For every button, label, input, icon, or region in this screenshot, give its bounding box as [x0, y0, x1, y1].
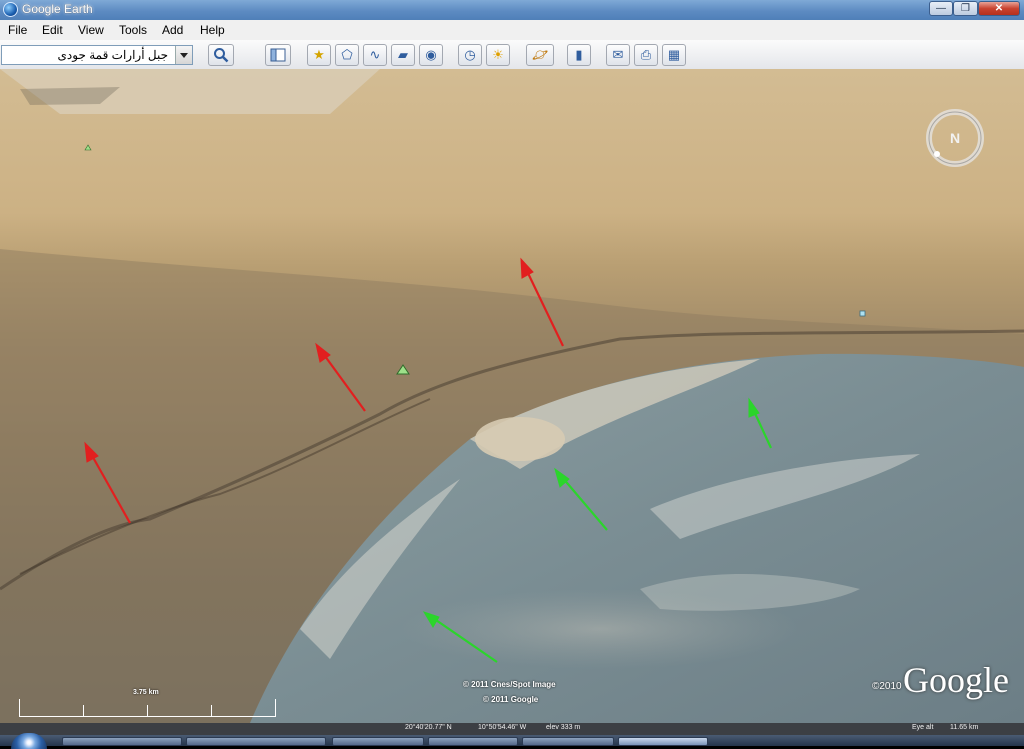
- search-button[interactable]: [208, 44, 234, 66]
- taskbar-item-active[interactable]: [618, 737, 708, 746]
- window-title: Google Earth: [22, 2, 93, 16]
- latitude-readout: 20°40'20.77" N: [405, 724, 452, 731]
- print-button[interactable]: ⎙: [634, 44, 658, 66]
- email-button[interactable]: ✉: [606, 44, 630, 66]
- taskbar-item[interactable]: [428, 737, 518, 746]
- taskbar-item[interactable]: [332, 737, 424, 746]
- minimize-button[interactable]: —: [929, 1, 953, 16]
- historical-imagery-icon: ◷: [464, 47, 476, 62]
- search-icon: [214, 48, 229, 63]
- switch-planet-button[interactable]: 🪐︎: [526, 44, 554, 66]
- scale-label: 3.75 km: [133, 689, 159, 696]
- menu-add[interactable]: Add: [162, 23, 183, 37]
- placemark-icon: ★: [313, 47, 325, 62]
- menu-file[interactable]: File: [8, 23, 27, 37]
- menu-edit[interactable]: Edit: [42, 23, 63, 37]
- view-in-google-maps-button[interactable]: ▦: [662, 44, 686, 66]
- satellite-terrain: [0, 69, 1024, 723]
- email-icon: ✉: [612, 47, 624, 62]
- sidebar-toggle-icon: [270, 48, 286, 62]
- sunlight-icon: ☀: [492, 47, 504, 62]
- maximize-button[interactable]: ❐: [953, 1, 978, 16]
- close-button[interactable]: ✕: [978, 1, 1020, 16]
- eye-alt-readout: 11.65 km: [950, 724, 979, 731]
- navigation-compass[interactable]: N: [923, 106, 987, 170]
- toolbar: جبل أرارات قمة جودى ★ ⬠ ∿ ▰ ◉ ◷ ☀ 🪐︎ ▮ ✉…: [0, 40, 1024, 70]
- close-icon: ✕: [994, 3, 1004, 14]
- polygon-icon: ⬠: [341, 47, 353, 62]
- windows-taskbar: [0, 735, 1024, 746]
- sunlight-button[interactable]: ☀: [486, 44, 510, 66]
- search-input-value: جبل أرارات قمة جودى: [57, 48, 168, 62]
- add-placemark-button[interactable]: ★: [307, 44, 331, 66]
- google-earth-app-icon: [3, 2, 18, 17]
- print-icon: ⎙: [640, 47, 652, 62]
- taskbar-item[interactable]: [62, 737, 182, 746]
- add-image-overlay-button[interactable]: ▰: [391, 44, 415, 66]
- record-tour-icon: ◉: [425, 47, 437, 62]
- imagery-copyright: © 2011 Cnes/Spot Image: [463, 680, 556, 689]
- elevation-readout: elev 333 m: [546, 724, 581, 731]
- image-overlay-icon: ▰: [398, 47, 408, 62]
- search-input[interactable]: جبل أرارات قمة جودى: [1, 45, 193, 65]
- google-logo: Google: [903, 660, 1009, 700]
- longitude-readout: 10°50'54.46" W: [478, 724, 527, 731]
- taskbar-item[interactable]: [186, 737, 326, 746]
- menu-bar: File Edit View Tools Add Help: [0, 20, 1024, 40]
- record-tour-button[interactable]: ◉: [419, 44, 443, 66]
- ruler-button[interactable]: ▮: [567, 44, 591, 66]
- ruler-icon: ▮: [575, 47, 583, 62]
- add-polygon-button[interactable]: ⬠: [335, 44, 359, 66]
- restore-icon: ❐: [961, 3, 970, 14]
- view-in-maps-icon: ▦: [667, 47, 681, 62]
- sidebar-toggle-button[interactable]: [265, 44, 291, 66]
- status-bar: 20°40'20.77" N 10°50'54.46" W elev 333 m…: [0, 723, 1024, 735]
- menu-tools[interactable]: Tools: [119, 23, 147, 37]
- title-bar: Google Earth — ❐ ✕: [0, 0, 1024, 20]
- planets-icon: 🪐︎: [531, 47, 549, 62]
- taskbar-item[interactable]: [522, 737, 614, 746]
- google-copyright: © 2011 Google: [483, 695, 539, 704]
- historical-imagery-button[interactable]: ◷: [458, 44, 482, 66]
- menu-help[interactable]: Help: [200, 23, 225, 37]
- eye-alt-label: Eye alt: [912, 724, 934, 731]
- scale-bar: 3.75 km: [19, 689, 277, 717]
- minimize-icon: —: [936, 3, 946, 14]
- menu-view[interactable]: View: [78, 23, 104, 37]
- north-icon: N: [950, 130, 960, 146]
- earth-3d-view[interactable]: N © 2011 Cnes/Spot Image © 2011 Google ©…: [0, 69, 1024, 723]
- add-path-button[interactable]: ∿: [363, 44, 387, 66]
- path-icon: ∿: [369, 47, 381, 62]
- logo-year: ©2010: [872, 681, 902, 692]
- search-history-dropdown[interactable]: [175, 46, 192, 64]
